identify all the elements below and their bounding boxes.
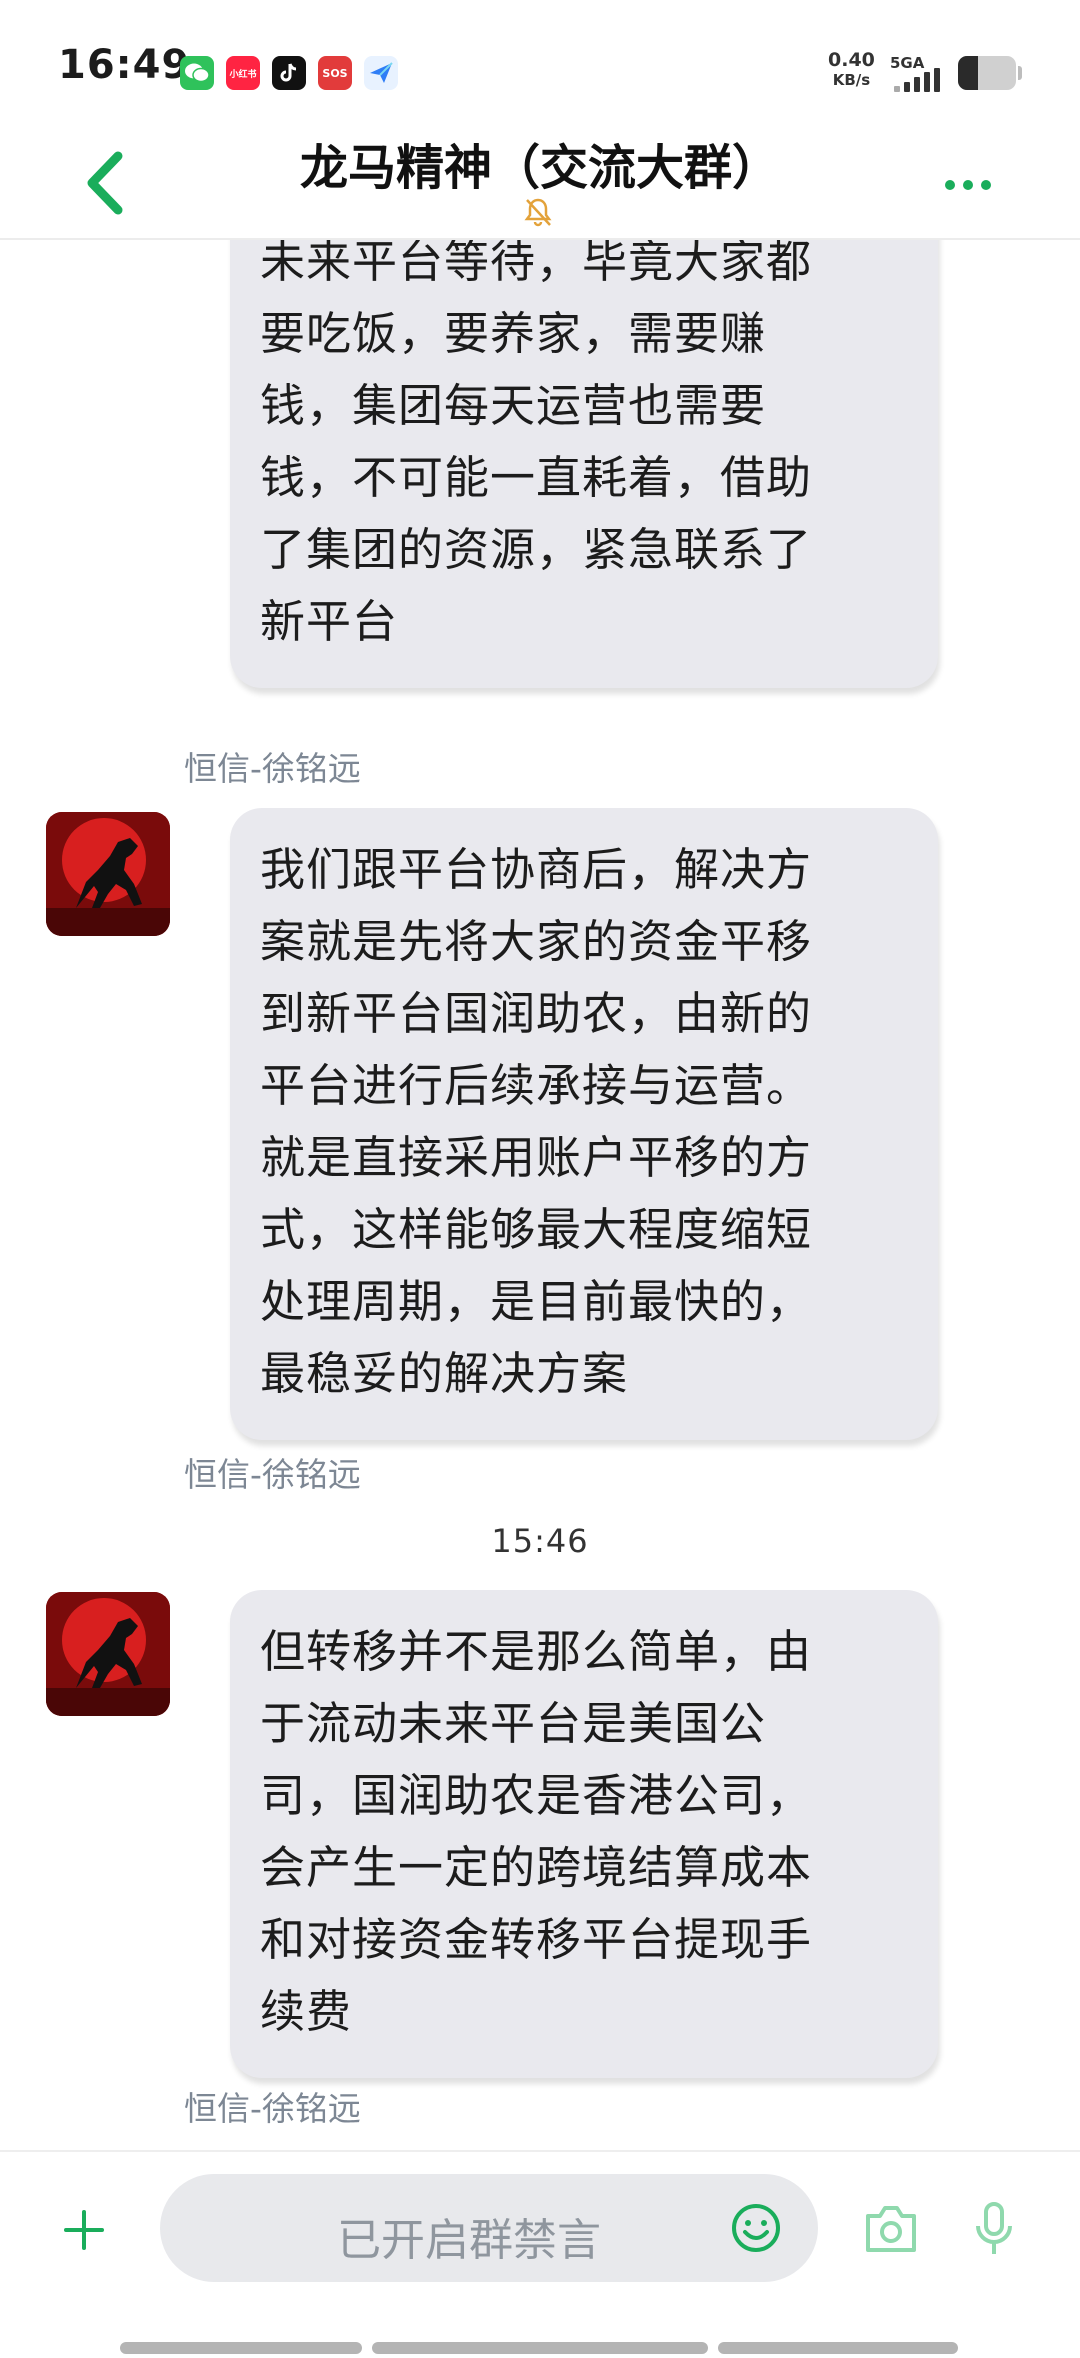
sender-name[interactable]: 恒信-徐铭远	[184, 2082, 361, 2130]
net-speed-value: 0.40	[828, 49, 875, 71]
camera-icon	[866, 2206, 916, 2252]
input-bar: 已开启群禁言	[0, 2150, 1080, 2302]
nav-gesture-bar	[120, 2342, 362, 2354]
camera-button[interactable]	[862, 2202, 920, 2256]
more-dots-icon	[945, 180, 991, 190]
chat-header: 龙马精神（交流大群）	[0, 140, 1080, 240]
nav-gesture-bar	[718, 2342, 958, 2354]
microphone-icon	[976, 2202, 1012, 2254]
input-placeholder: 已开启群禁言	[337, 2215, 601, 2266]
bell-muted-icon	[522, 196, 554, 228]
status-time: 16:49	[58, 42, 191, 88]
message-list[interactable]: 拍板决定，不再陪同跟流动 未来平台等待，毕竟大家都 要吃饭，要养家，需要赚 钱，…	[0, 240, 1080, 2150]
more-button[interactable]	[940, 170, 1000, 200]
emoji-icon	[732, 2204, 780, 2252]
plus-icon	[64, 2210, 104, 2250]
message-input[interactable]: 已开启群禁言	[160, 2174, 818, 2282]
notification-icons: 小红书 SOS	[180, 56, 398, 90]
sos-icon: SOS	[318, 56, 352, 90]
time-divider: 15:46	[491, 1522, 589, 1560]
signal-indicator: 5GA	[890, 54, 950, 94]
battery-icon	[958, 56, 1016, 90]
message-bubble[interactable]: 我们跟平台协商后，解决方 案就是先将大家的资金平移 到新平台国润助农，由新的 平…	[230, 808, 938, 1440]
xiaohongshu-label: 小红书	[229, 69, 257, 80]
net-speed-unit: KB/s	[832, 71, 871, 89]
chat-title[interactable]: 龙马精神（交流大群）	[0, 128, 1080, 198]
signal-bars-icon	[894, 68, 940, 92]
sender-name[interactable]: 恒信-徐铭远	[184, 1448, 361, 1496]
feishu-icon	[364, 56, 398, 90]
sender-name[interactable]: 恒信-徐铭远	[184, 742, 361, 790]
red-horse-avatar[interactable]	[46, 812, 170, 936]
sos-label: SOS	[322, 66, 348, 80]
status-bar: 16:49 小红书 SOS 0.40 KB/s 5GA	[0, 0, 1080, 140]
network-speed: 0.40 KB/s	[828, 50, 875, 90]
red-horse-avatar[interactable]	[46, 1592, 170, 1716]
nav-gesture-bar	[372, 2342, 708, 2354]
tiktok-icon	[272, 56, 306, 90]
message-bubble[interactable]: 拍板决定，不再陪同跟流动 未来平台等待，毕竟大家都 要吃饭，要养家，需要赚 钱，…	[230, 240, 938, 688]
plus-button[interactable]	[60, 2206, 108, 2254]
wechat-icon	[180, 56, 214, 90]
emoji-button[interactable]	[730, 2202, 782, 2254]
message-bubble[interactable]: 但转移并不是那么简单，由 于流动未来平台是美国公 司，国润助农是香港公司， 会产…	[230, 1590, 938, 2078]
microphone-button[interactable]	[974, 2200, 1014, 2258]
battery-tip	[1018, 66, 1022, 80]
xiaohongshu-icon: 小红书	[226, 56, 260, 90]
